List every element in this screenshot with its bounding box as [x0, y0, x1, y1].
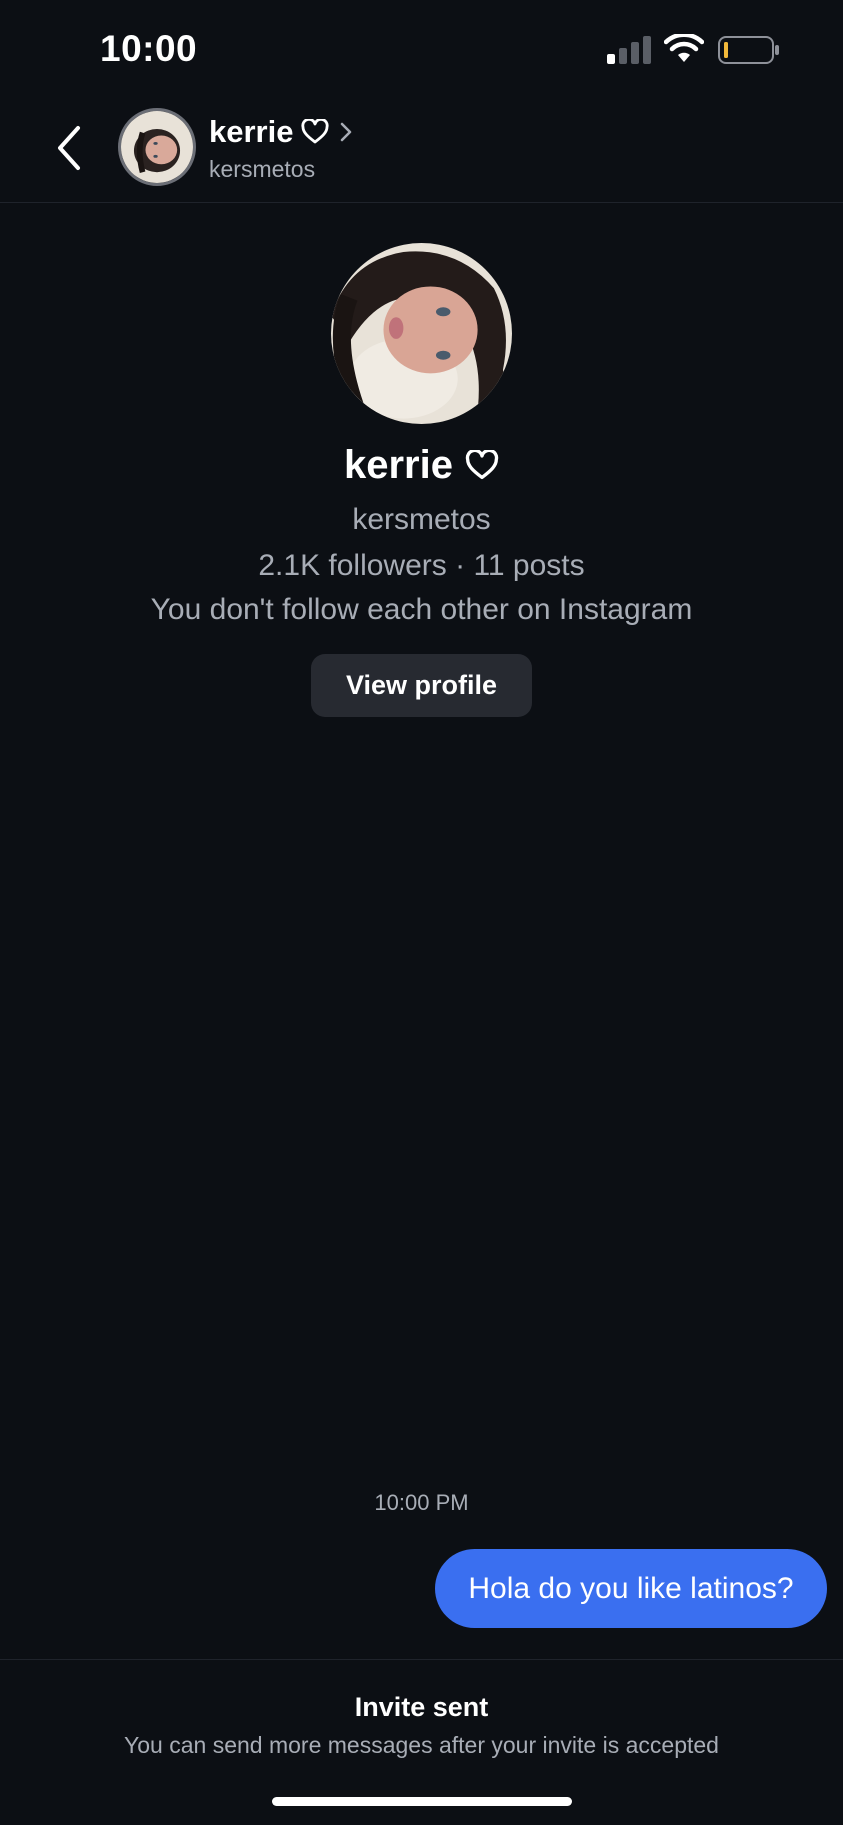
chat-header: kerrie kersmetos [0, 100, 843, 203]
view-profile-button[interactable]: View profile [311, 654, 532, 717]
chevron-right-icon [341, 122, 352, 142]
profile-name-text: kerrie [344, 443, 453, 487]
invite-subtitle: You can send more messages after your in… [124, 1732, 719, 1758]
message-timestamp: 10:00 PM [374, 1490, 469, 1515]
header-avatar[interactable] [118, 108, 196, 186]
profile-photo [121, 111, 193, 183]
invite-title: Invite sent [354, 1692, 489, 1722]
wifi-icon [664, 34, 704, 62]
profile-username: kersmetos [352, 503, 491, 536]
status-bar: 10:00 [0, 0, 843, 100]
profile-avatar[interactable] [331, 243, 512, 424]
heart-outline-icon [465, 450, 499, 480]
header-username: kersmetos [209, 156, 316, 182]
profile-stats: 2.1K followers · 11 posts [258, 549, 585, 582]
battery-icon [718, 36, 779, 64]
outgoing-message-bubble[interactable]: Hola do you like latinos? [435, 1549, 827, 1628]
header-name[interactable]: kerrie [209, 114, 355, 150]
profile-photo [331, 243, 512, 424]
home-indicator[interactable] [272, 1797, 572, 1806]
heart-outline-icon [301, 119, 330, 144]
cellular-signal-icon [607, 36, 651, 64]
chevron-left-icon[interactable] [50, 122, 90, 174]
profile-name: kerrie [0, 443, 843, 488]
status-time: 10:00 [100, 28, 198, 69]
header-name-text: kerrie [209, 114, 294, 149]
follow-relation-text: You don't follow each other on Instagram [150, 593, 693, 626]
